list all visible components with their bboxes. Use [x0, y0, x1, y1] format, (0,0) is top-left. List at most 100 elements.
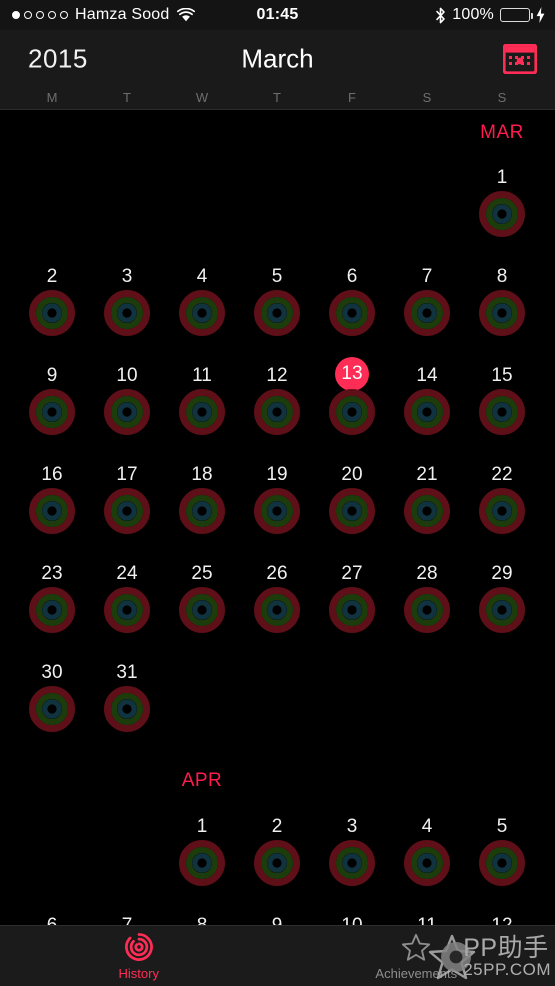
activity-rings[interactable]: [29, 686, 75, 732]
day-cell-number[interactable]: 5: [477, 816, 527, 838]
activity-rings[interactable]: [329, 389, 375, 435]
day-cell-selected[interactable]: 13: [335, 357, 369, 391]
weekday-label-4: F: [348, 90, 356, 105]
day-cell-number[interactable]: 22: [477, 464, 527, 486]
day-cell-number[interactable]: 8: [477, 266, 527, 288]
day-cell-number[interactable]: 9: [252, 915, 302, 925]
activity-rings[interactable]: [404, 488, 450, 534]
activity-rings[interactable]: [104, 290, 150, 336]
day-cell-number[interactable]: 2: [27, 266, 77, 288]
day-cell-number[interactable]: 14: [402, 365, 452, 387]
activity-rings[interactable]: [479, 389, 525, 435]
activity-rings[interactable]: [404, 840, 450, 886]
activity-rings[interactable]: [404, 389, 450, 435]
day-cell-number[interactable]: 11: [177, 365, 227, 387]
activity-rings[interactable]: [179, 389, 225, 435]
activity-rings[interactable]: [29, 488, 75, 534]
battery-icon: [500, 8, 533, 22]
tab-achievements[interactable]: Achievements: [278, 926, 555, 986]
activity-rings[interactable]: [254, 290, 300, 336]
day-cell-number[interactable]: 9: [27, 365, 77, 387]
day-cell-number[interactable]: 2: [252, 816, 302, 838]
day-cell-number[interactable]: 21: [402, 464, 452, 486]
month-divider-label: MAR: [480, 122, 524, 143]
day-cell-number[interactable]: 25: [177, 563, 227, 585]
activity-rings[interactable]: [179, 840, 225, 886]
day-cell-number[interactable]: 24: [102, 563, 152, 585]
tab-history[interactable]: History: [0, 926, 278, 986]
day-cell-number[interactable]: 6: [327, 266, 377, 288]
app-root: Hamza Sood 01:45 100% 2015 March M T W T…: [0, 0, 555, 986]
day-cell-number[interactable]: 10: [327, 915, 377, 925]
activity-rings[interactable]: [479, 840, 525, 886]
day-cell-number[interactable]: 27: [327, 563, 377, 585]
day-cell-number[interactable]: 12: [252, 365, 302, 387]
weekday-label-1: T: [123, 90, 131, 105]
activity-rings[interactable]: [254, 587, 300, 633]
page-title: March: [241, 43, 314, 74]
activity-rings[interactable]: [329, 290, 375, 336]
activity-rings[interactable]: [479, 290, 525, 336]
day-cell-number[interactable]: 29: [477, 563, 527, 585]
day-cell-number[interactable]: 20: [327, 464, 377, 486]
bluetooth-icon: [435, 7, 446, 24]
day-cell-number[interactable]: 7: [102, 915, 152, 925]
day-cell-number[interactable]: 8: [177, 915, 227, 925]
activity-rings[interactable]: [29, 290, 75, 336]
weekday-label-6: S: [497, 90, 507, 105]
day-cell-number[interactable]: 4: [177, 266, 227, 288]
activity-rings[interactable]: [179, 587, 225, 633]
day-cell-number[interactable]: 6: [27, 915, 77, 925]
weekday-label-2: W: [195, 90, 209, 105]
activity-rings[interactable]: [479, 191, 525, 237]
calendar-grid[interactable]: MAR APR 1 2 3 4 5 6 7 8 9 10 11 12 13 14 15 16 17 18 19 20 21 2…: [0, 111, 555, 925]
day-cell-number[interactable]: 12: [477, 915, 527, 925]
day-cell-number[interactable]: 10: [102, 365, 152, 387]
day-cell-number[interactable]: 1: [477, 167, 527, 189]
day-cell-number[interactable]: 26: [252, 563, 302, 585]
activity-rings[interactable]: [479, 587, 525, 633]
weekday-label-0: M: [46, 90, 58, 105]
activity-rings[interactable]: [404, 290, 450, 336]
day-cell-number[interactable]: 4: [402, 816, 452, 838]
activity-rings[interactable]: [329, 488, 375, 534]
activity-rings[interactable]: [104, 389, 150, 435]
activity-rings[interactable]: [254, 389, 300, 435]
day-cell-number[interactable]: 19: [252, 464, 302, 486]
day-cell-number[interactable]: 11: [402, 915, 452, 925]
day-cell-number[interactable]: 5: [252, 266, 302, 288]
day-cell-number[interactable]: 3: [327, 816, 377, 838]
day-cell-number[interactable]: 16: [27, 464, 77, 486]
day-cell-number[interactable]: 15: [477, 365, 527, 387]
day-cell-number[interactable]: 3: [102, 266, 152, 288]
tab-bar: History Achievements: [0, 925, 555, 986]
day-cell-number[interactable]: 1: [177, 816, 227, 838]
day-cell-number[interactable]: 17: [102, 464, 152, 486]
day-cell-number[interactable]: 18: [177, 464, 227, 486]
status-bar: Hamza Sood 01:45 100%: [0, 0, 555, 30]
history-spiral-icon: [124, 931, 154, 963]
day-cell-number[interactable]: 23: [27, 563, 77, 585]
battery-percentage: 100%: [452, 6, 494, 23]
activity-rings[interactable]: [254, 840, 300, 886]
calendar-icon[interactable]: [502, 43, 538, 75]
activity-rings[interactable]: [29, 587, 75, 633]
activity-rings[interactable]: [104, 587, 150, 633]
activity-rings[interactable]: [479, 488, 525, 534]
activity-rings[interactable]: [179, 488, 225, 534]
day-cell-number[interactable]: 31: [102, 662, 152, 684]
activity-rings[interactable]: [329, 587, 375, 633]
day-cell-number[interactable]: 28: [402, 563, 452, 585]
activity-rings[interactable]: [329, 840, 375, 886]
activity-rings[interactable]: [404, 587, 450, 633]
status-bar-right: 100%: [435, 6, 545, 24]
weekday-label-3: T: [273, 90, 281, 105]
activity-rings[interactable]: [104, 488, 150, 534]
activity-rings[interactable]: [179, 290, 225, 336]
day-cell-number[interactable]: 30: [27, 662, 77, 684]
activity-rings[interactable]: [254, 488, 300, 534]
activity-rings[interactable]: [104, 686, 150, 732]
activity-rings[interactable]: [29, 389, 75, 435]
day-cell-number[interactable]: 7: [402, 266, 452, 288]
tab-achievements-label: Achievements: [375, 966, 458, 981]
